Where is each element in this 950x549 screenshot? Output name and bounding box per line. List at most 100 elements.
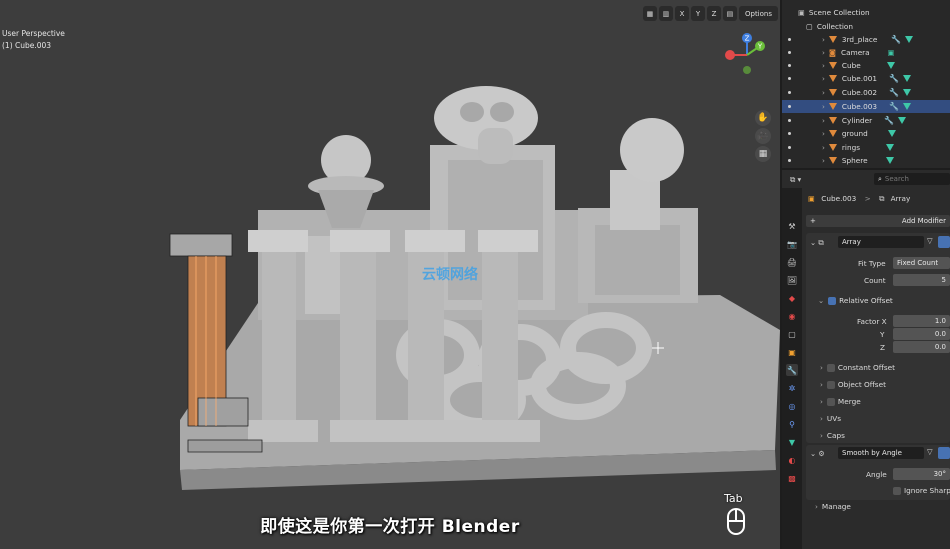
outliner-panel[interactable]: ▣ Scene Collection ▢ Collection › 3rd_pl… [782,0,950,168]
object-tab-icon[interactable]: ▣ [786,346,798,358]
material-tab-icon[interactable]: ◐ [786,454,798,466]
camera-icon[interactable]: 🎥 [755,128,771,144]
mesh-data-icon [902,75,911,82]
expand-icon[interactable]: › [822,88,825,97]
view-layer-tab-icon[interactable]: 🖼 [786,274,798,286]
object-offset-checkbox[interactable] [826,381,835,389]
collection-tab-icon[interactable]: ▢ [786,328,798,340]
caps-row[interactable]: › Caps [820,431,845,440]
expand-icon[interactable]: › [822,116,825,125]
render-tab-icon[interactable]: 📷 [786,238,798,250]
smooth-edit-mode-toggle-icon[interactable]: ▽ [927,447,933,456]
outliner-item-cylinder[interactable]: › Cylinder 🔧 [782,114,950,127]
properties-search-input[interactable]: ⌕ Search [874,173,950,185]
visibility-dot [788,159,791,162]
factor-z-label: Z [880,343,885,352]
visibility-dot [788,38,791,41]
3d-viewport[interactable]: User Perspective (1) Cube.003 ▦ ▥ X Y Z … [0,0,780,549]
smooth-collapse-chevron-icon[interactable]: ⌄ ⚙ [810,449,825,458]
collection-row[interactable]: ▢ Collection [782,20,950,33]
gizmo-y-label: Y [757,43,763,51]
merge-row[interactable]: › Merge [820,397,861,406]
expand-icon[interactable]: › [822,143,825,152]
object-icon [828,157,837,164]
visibility-dot [788,132,791,135]
factor-x-field[interactable]: 1.0 [893,315,950,327]
modifiers-tab-icon[interactable]: 🔧 [786,364,798,376]
mirror-y-button[interactable]: Y [690,6,705,21]
constant-offset-row[interactable]: › Constant Offset [820,363,895,372]
physics-tab-icon[interactable]: ◎ [786,400,798,412]
mirror-x-button[interactable]: X [674,6,689,21]
outliner-item-cube001[interactable]: › Cube.001 🔧 [782,72,950,85]
expand-icon[interactable]: › [822,156,825,165]
texture-tab-icon[interactable]: ▩ [786,472,798,484]
item-label: Sphere [841,156,868,165]
outliner-item-rings[interactable]: › rings [782,141,950,154]
relative-offset-row[interactable]: ⌄ Relative Offset [818,296,893,305]
grid-icon[interactable]: ▦ [755,146,771,162]
factor-x-label: Factor X [857,317,887,326]
gizmo-toggle-icon[interactable]: ▥ [658,6,673,21]
add-icon: + [810,217,816,225]
manage-row[interactable]: › Manage [815,502,851,511]
overlay-toggle-icon[interactable]: ▦ [642,6,657,21]
count-label: Count [864,276,886,285]
outliner-item-sphere[interactable]: › Sphere [782,154,950,167]
edit-mode-toggle-icon[interactable]: ▽ [927,236,933,245]
merge-checkbox[interactable] [826,398,835,406]
options-button[interactable]: Options [738,6,778,21]
uvs-label: UVs [826,414,842,423]
fit-type-dropdown[interactable]: Fixed Count [893,257,950,269]
shading-icon[interactable]: ▤ [722,6,737,21]
outliner-item-3rd_place[interactable]: › 3rd_place 🔧 [782,33,950,46]
uvs-row[interactable]: › UVs [820,414,841,423]
expand-icon[interactable]: › [822,48,825,57]
search-placeholder: Search [884,175,909,183]
angle-field[interactable]: 30° [893,468,950,480]
outliner-item-ground[interactable]: › ground [782,127,950,140]
relative-offset-checkbox[interactable] [828,297,837,305]
scene-render[interactable] [0,0,780,549]
realtime-toggle-icon[interactable] [938,236,950,248]
outliner-item-cube002[interactable]: › Cube.002 🔧 [782,86,950,99]
mirror-z-button[interactable]: Z [706,6,721,21]
breadcrumb-object: Cube.003 [821,194,857,203]
ignore-sharp-checkbox[interactable] [893,487,901,495]
smooth-modifier-name-field[interactable]: Smooth by Angle [838,447,924,459]
object-offset-row[interactable]: › Object Offset [820,380,886,389]
particles-tab-icon[interactable]: ✲ [786,382,798,394]
world-tab-icon[interactable]: ◉ [786,310,798,322]
add-modifier-button[interactable]: + Add Modifier [806,215,950,227]
outliner-item-camera[interactable]: › ◙ Camera ▣ [782,46,950,59]
modifier-icon: 🔧 [889,88,899,97]
expand-icon[interactable]: › [822,35,825,44]
modifier-name-field[interactable]: Array [838,236,924,248]
scene-collection-row[interactable]: ▣ Scene Collection [782,6,950,19]
navigation-gizmo[interactable]: Z Y [722,30,772,80]
constant-offset-checkbox[interactable] [826,364,835,372]
data-tab-icon[interactable]: ▼ [786,436,798,448]
outliner-item-cube003[interactable]: › Cube.003 🔧 [782,100,950,113]
pan-icon[interactable]: ✋ [755,110,771,126]
tool-tab-icon[interactable]: ⚒ [786,220,798,232]
outliner-item-cube[interactable]: › Cube [782,59,950,72]
output-tab-icon[interactable]: 🖨 [786,256,798,268]
factor-y-field[interactable]: 0.0 [893,328,950,340]
expand-icon[interactable]: › [822,129,825,138]
object-icon [828,62,837,69]
collapse-chevron-icon[interactable]: ⌄ ⧉ [810,238,824,248]
count-field[interactable]: 5 [893,274,950,286]
scene-tab-icon[interactable]: ◆ [786,292,798,304]
expand-icon[interactable]: › [822,102,825,111]
constraints-tab-icon[interactable]: ⚲ [786,418,798,430]
ignore-sharp-row[interactable]: Ignore Sharp [893,486,950,495]
factor-z-field[interactable]: 0.0 [893,341,950,353]
expand-icon[interactable]: › [822,74,825,83]
visibility-dot [788,64,791,67]
expand-icon[interactable]: › [822,61,825,70]
properties-tab-bar: ⚒ 📷 🖨 🖼 ◆ ◉ ▢ ▣ 🔧 ✲ ◎ ⚲ ▼ ◐ ▩ [782,188,802,549]
item-label: Cylinder [841,116,873,125]
editor-type-icon[interactable]: ⧉ ▾ [790,175,801,185]
smooth-realtime-toggle-icon[interactable] [938,447,950,459]
